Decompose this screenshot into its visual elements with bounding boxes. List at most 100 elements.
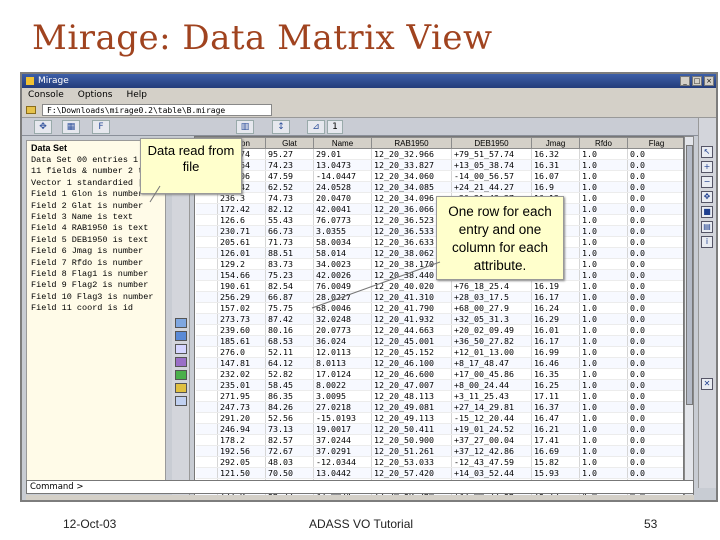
table-cell[interactable]: 71.73	[265, 236, 314, 248]
table-cell[interactable]: 129.2	[217, 258, 266, 270]
table-cell[interactable]: 0.0	[627, 313, 683, 325]
table-cell[interactable]: 27.0218	[313, 401, 372, 413]
table-cell[interactable]: 58.0034	[313, 236, 372, 248]
table-cell[interactable]: 70.50	[265, 467, 314, 479]
table-cell[interactable]	[195, 390, 218, 402]
table-cell[interactable]: 1.0	[579, 214, 628, 226]
print-icon[interactable]: ▤	[701, 221, 713, 233]
table-cell[interactable]: 16.46	[531, 357, 580, 369]
table-cell[interactable]: 0.0	[627, 236, 683, 248]
table-cell[interactable]: 12_20_33.827	[371, 159, 452, 171]
table-cell[interactable]: 1.0	[579, 346, 628, 358]
column-header[interactable]: Name	[313, 137, 372, 149]
table-cell[interactable]: +24_21_44.27	[451, 181, 532, 193]
table-cell[interactable]: 0.0	[627, 247, 683, 259]
table-cell[interactable]: +14_03_52.44	[451, 467, 532, 479]
table-cell[interactable]: 0.0	[627, 434, 683, 446]
tab-table[interactable]: ▦	[62, 120, 80, 134]
table-cell[interactable]: 1.0	[579, 335, 628, 347]
table-cell[interactable]	[195, 313, 218, 325]
close-window-button[interactable]: ×	[704, 76, 714, 86]
table-cell[interactable]: 84.26	[265, 401, 314, 413]
table-cell[interactable]: 205.61	[217, 236, 266, 248]
table-cell[interactable]: 37.0244	[313, 434, 372, 446]
table-cell[interactable]: 16.47	[531, 412, 580, 424]
table-cell[interactable]: 126.01	[217, 247, 266, 259]
table-cell[interactable]	[195, 302, 218, 314]
table-row[interactable]: 269.4262.5224.052812_20_34.085+24_21_44.…	[195, 181, 683, 193]
table-cell[interactable]: 17.11	[531, 390, 580, 402]
table-cell[interactable]: 157.02	[217, 302, 266, 314]
table-cell[interactable]: 172.42	[217, 203, 266, 215]
table-cell[interactable]: 13.0473	[313, 159, 372, 171]
table-cell[interactable]: 74.73	[265, 192, 314, 204]
window-titlebar[interactable]: Mirage _ □ ×	[22, 74, 716, 88]
table-cell[interactable]	[195, 379, 218, 391]
table-cell[interactable]: 0.0	[627, 214, 683, 226]
table-row[interactable]: 147.81 64.12 8.0113 12_20_46.100 +8_17_48.47…	[195, 357, 683, 369]
table-cell[interactable]: +8_17_48.47	[451, 357, 532, 369]
table-cell[interactable]: +68_00_27.9	[451, 302, 532, 314]
table-cell[interactable]: 12_20_40.020	[371, 280, 452, 292]
table-cell[interactable]: 0.0	[627, 390, 683, 402]
table-cell[interactable]: 16.07	[531, 170, 580, 182]
table-cell[interactable]: 72.67	[265, 445, 314, 457]
table-cell[interactable]: 12_20_57.420	[371, 467, 452, 479]
table-cell[interactable]: 1.0	[579, 247, 628, 259]
table-cell[interactable]: +8_00_24.44	[451, 379, 532, 391]
zoom-icon[interactable]	[175, 370, 187, 380]
histogram-icon[interactable]	[175, 331, 187, 341]
table-cell[interactable]: 154.66	[217, 269, 266, 281]
table-cell[interactable]: 68.53	[265, 335, 314, 347]
table-cell[interactable]: 1.0	[579, 192, 628, 204]
table-row[interactable]: 291.20 52.56 -15.0193 12_20_49.113 -15_12_20…	[195, 412, 683, 424]
table-cell[interactable]: 68.0046	[313, 302, 372, 314]
table-cell[interactable]: 12_20_34.060	[371, 170, 452, 182]
table-cell[interactable]: 16.37	[531, 401, 580, 413]
table-cell[interactable]: +3_11_25.43	[451, 390, 532, 402]
table-row[interactable]: 178.2 82.57 37.0244 12_20_50.900 +37_27_00.0…	[195, 434, 683, 446]
table-cell[interactable]: 1.0	[579, 357, 628, 369]
table-cell[interactable]: 58.45	[265, 379, 314, 391]
table-cell[interactable]: -15.0193	[313, 412, 372, 424]
table-cell[interactable]: 42.0026	[313, 269, 372, 281]
table-cell[interactable]: 291.20	[217, 412, 266, 424]
table-cell[interactable]: 88.51	[265, 247, 314, 259]
table-cell[interactable]: 292.05	[217, 456, 266, 468]
table-cell[interactable]: 32.0248	[313, 313, 372, 325]
table-cell[interactable]: -14.0447	[313, 170, 372, 182]
table-cell[interactable]: 0.0	[627, 368, 683, 380]
table-cell[interactable]: 1.0	[579, 434, 628, 446]
zoom-out-icon[interactable]: −	[701, 176, 713, 188]
table-cell[interactable]: +37_12_42.86	[451, 445, 532, 457]
table-row[interactable]: 234.6474.2313.047312_20_33.827+13_05_38.…	[195, 159, 683, 171]
table-cell[interactable]: +13_05_38.74	[451, 159, 532, 171]
table-cell[interactable]: -12.0344	[313, 456, 372, 468]
table-row[interactable]: 121.50 70.50 13.0442 12_20_57.420 +14_03_52.…	[195, 467, 683, 479]
table-row[interactable]: 239.60 80.16 20.0773 12_20_44.663 +20_02_09.…	[195, 324, 683, 336]
table-row[interactable]: 232.02 52.82 17.0124 12_20_46.600 +17_00_45.…	[195, 368, 683, 380]
table-cell[interactable]	[195, 346, 218, 358]
file-path-field[interactable]: F:\Downloads\mirage0.2\table\B.mirage	[42, 103, 272, 116]
zoom-in-icon[interactable]: +	[701, 161, 713, 173]
table-cell[interactable]: 12_20_44.663	[371, 324, 452, 336]
table-cell[interactable]	[195, 467, 218, 479]
table-cell[interactable]: 20.0773	[313, 324, 372, 336]
table-row[interactable]: 273.73 87.42 32.0248 12_20_41.932 +32_05_31.…	[195, 313, 683, 325]
table-cell[interactable]: 16.9	[531, 181, 580, 193]
table-cell[interactable]: 246.94	[217, 423, 266, 435]
table-cell[interactable]: 0.0	[627, 170, 683, 182]
table-row[interactable]: 271.95 86.35 3.0095 12_20_48.113 +3_11_25.43…	[195, 390, 683, 402]
table-cell[interactable]: 1.0	[579, 302, 628, 314]
table-row[interactable]: 185.61 68.53 36.024 12_20_45.001 +36_50_27.8…	[195, 335, 683, 347]
table-cell[interactable]	[195, 434, 218, 446]
table-cell[interactable]: 16.29	[531, 313, 580, 325]
table-row[interactable]: 192.56 72.67 37.0291 12_20_51.261 +37_12_42.…	[195, 445, 683, 457]
table-cell[interactable]: 15.82	[531, 456, 580, 468]
maximize-button[interactable]: □	[692, 76, 702, 86]
table-cell[interactable]: 24.0528	[313, 181, 372, 193]
menu-options[interactable]: Options	[78, 90, 113, 100]
table-cell[interactable]: 0.0	[627, 401, 683, 413]
table-cell[interactable]	[195, 203, 218, 215]
tab-plot[interactable]: ⊿	[307, 120, 325, 134]
